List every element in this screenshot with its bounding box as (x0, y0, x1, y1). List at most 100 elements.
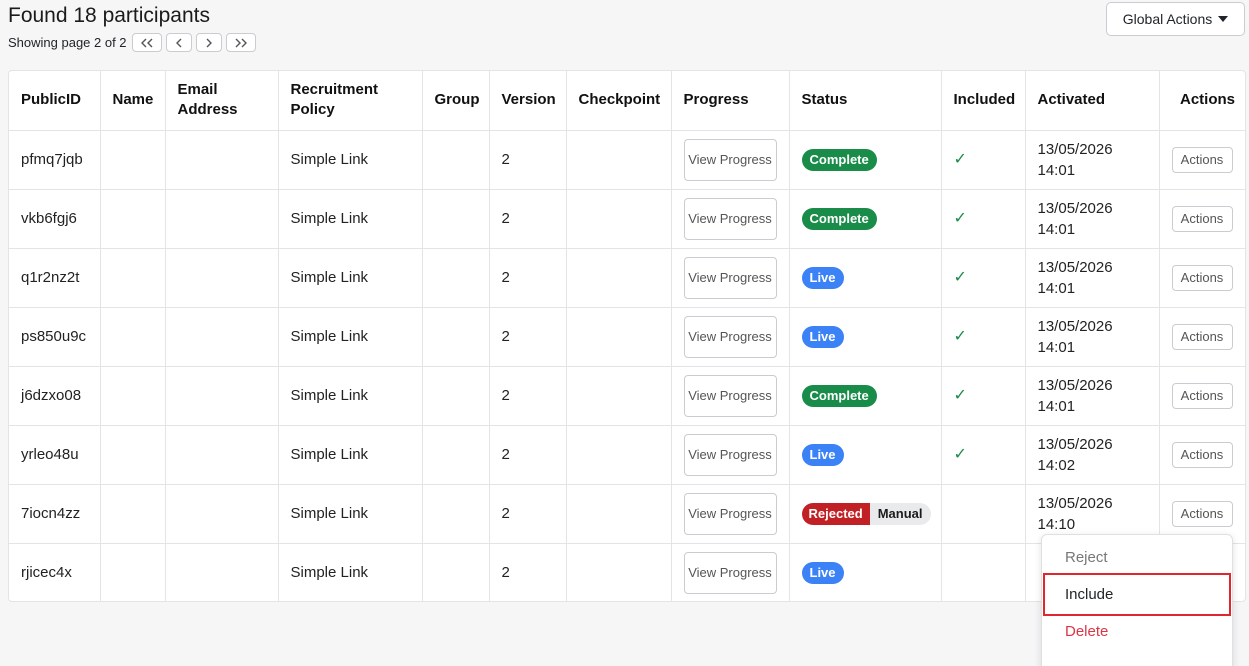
view-progress-button[interactable]: View Progress (683, 374, 777, 417)
row-actions-button[interactable]: Actions (1171, 323, 1233, 350)
double-chevron-left-icon (140, 38, 153, 47)
cell-publicid: pfmq7jqb (9, 130, 101, 190)
cell-group (422, 248, 490, 308)
cell-included (941, 543, 1026, 601)
col-header-publicid: PublicID (9, 71, 101, 131)
status-badge: Complete (801, 207, 877, 230)
cell-progress: View Progress (671, 248, 790, 308)
global-actions-button[interactable]: Global Actions (1106, 2, 1245, 36)
cell-progress: View Progress (671, 425, 790, 485)
cell-recruitment-policy: Simple Link (278, 484, 423, 544)
cell-group (422, 543, 490, 601)
cell-included: ✓ (941, 307, 1026, 367)
cell-activated: 13/05/2026 14:01 (1025, 130, 1160, 190)
cell-name (100, 307, 166, 367)
cell-progress: View Progress (671, 484, 790, 544)
prev-page-button[interactable] (165, 33, 192, 52)
cell-group (422, 425, 490, 485)
cell-activated: 13/05/2026 14:01 (1025, 366, 1160, 426)
cell-checkpoint (566, 130, 672, 190)
col-header-checkpoint: Checkpoint (566, 71, 672, 131)
cell-recruitment-policy: Simple Link (278, 248, 423, 308)
cell-email (165, 484, 279, 544)
cell-status: Complete (789, 366, 942, 426)
cell-status: Live (789, 307, 942, 367)
cell-included: ✓ (941, 189, 1026, 249)
cell-name (100, 189, 166, 249)
global-actions-label: Global Actions (1122, 11, 1213, 27)
cell-email (165, 425, 279, 485)
table-row: yrleo48u Simple Link 2 View Progress Live ✓ 13… (9, 425, 1245, 485)
cell-status: Complete (789, 130, 942, 190)
cell-recruitment-policy: Simple Link (278, 307, 423, 367)
cell-actions: Actions (1159, 307, 1245, 367)
cell-email (165, 189, 279, 249)
cell-status: Live (789, 543, 942, 601)
col-header-activated: Activated (1025, 71, 1160, 131)
view-progress-button[interactable]: View Progress (683, 492, 777, 535)
first-page-button[interactable] (131, 33, 162, 52)
status-badge-rejected: Rejected (801, 502, 870, 525)
cell-included (941, 484, 1026, 544)
cell-progress: View Progress (671, 307, 790, 367)
menu-item-reject[interactable]: Reject (1042, 539, 1232, 576)
status-badge: Live (801, 266, 844, 289)
check-icon: ✓ (953, 328, 967, 345)
cell-activated: 13/05/2026 14:01 (1025, 307, 1160, 367)
row-actions-button[interactable]: Actions (1171, 500, 1233, 527)
check-icon: ✓ (953, 151, 967, 168)
col-header-recruitment-policy: Recruitment Policy (278, 71, 423, 131)
double-chevron-right-icon (235, 38, 247, 47)
cell-checkpoint (566, 543, 672, 601)
menu-item-delete[interactable]: Delete (1042, 613, 1232, 650)
cell-version: 2 (489, 366, 567, 426)
cell-version: 2 (489, 307, 567, 367)
last-page-button[interactable] (225, 33, 256, 52)
cell-version: 2 (489, 425, 567, 485)
col-header-email: Email Address (165, 71, 279, 131)
participants-table: PublicID Name Email Address Recruitment … (9, 71, 1245, 601)
view-progress-button[interactable]: View Progress (683, 138, 777, 181)
row-actions-button[interactable]: Actions (1171, 264, 1233, 291)
row-actions-button[interactable]: Actions (1171, 441, 1233, 468)
cell-name (100, 484, 166, 544)
check-icon: ✓ (953, 387, 967, 404)
chevron-left-icon (175, 38, 182, 47)
row-actions-button[interactable]: Actions (1171, 146, 1233, 173)
next-page-button[interactable] (195, 33, 222, 52)
cell-email (165, 307, 279, 367)
status-badge: Live (801, 325, 844, 348)
col-header-version: Version (489, 71, 567, 131)
cell-email (165, 543, 279, 601)
cell-publicid: j6dzxo08 (9, 366, 101, 426)
cell-group (422, 130, 490, 190)
table-row: ps850u9c Simple Link 2 View Progress Live ✓ 13… (9, 307, 1245, 367)
cell-email (165, 366, 279, 426)
cell-group (422, 189, 490, 249)
cell-included: ✓ (941, 130, 1026, 190)
status-badge: Complete (801, 148, 877, 171)
cell-recruitment-policy: Simple Link (278, 366, 423, 426)
row-actions-button[interactable]: Actions (1171, 205, 1233, 232)
row-actions-button[interactable]: Actions (1171, 382, 1233, 409)
table-row: pfmq7jqb Simple Link 2 View Progress Complet… (9, 130, 1245, 190)
caret-down-icon (1218, 16, 1229, 22)
cell-actions: Actions (1159, 425, 1245, 485)
cell-included: ✓ (941, 366, 1026, 426)
cell-group (422, 366, 490, 426)
view-progress-button[interactable]: View Progress (683, 551, 777, 594)
table-row: j6dzxo08 Simple Link 2 View Progress Complet… (9, 366, 1245, 426)
view-progress-button[interactable]: View Progress (683, 256, 777, 299)
view-progress-button[interactable]: View Progress (683, 433, 777, 476)
view-progress-button[interactable]: View Progress (683, 197, 777, 240)
cell-version: 2 (489, 130, 567, 190)
cell-actions: Actions (1159, 366, 1245, 426)
check-icon: ✓ (953, 210, 967, 227)
chevron-right-icon (206, 38, 212, 47)
cell-version: 2 (489, 189, 567, 249)
cell-checkpoint (566, 307, 672, 367)
pagination-text: Showing page 2 of 2 (8, 35, 127, 50)
view-progress-button[interactable]: View Progress (683, 315, 777, 358)
col-header-included: Included (941, 71, 1026, 131)
cell-checkpoint (566, 425, 672, 485)
